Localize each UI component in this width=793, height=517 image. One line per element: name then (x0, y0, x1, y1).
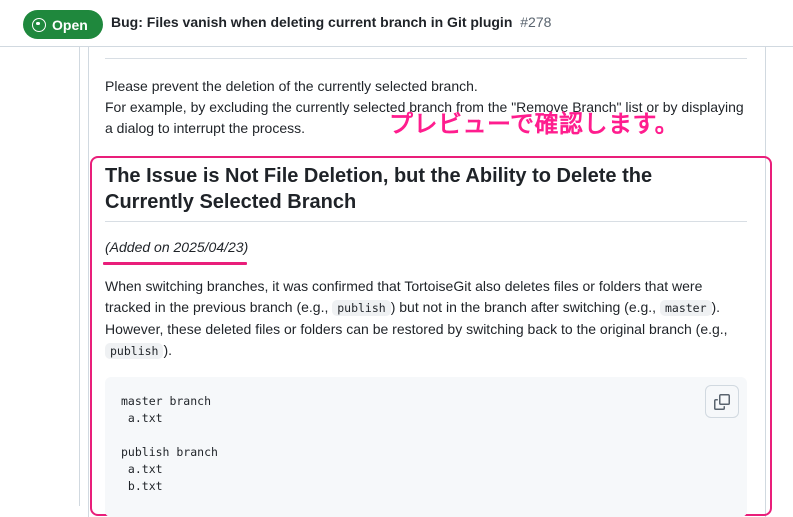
paragraph-line: publish). (105, 340, 750, 362)
text-segment: ). (163, 342, 173, 358)
paragraph-line: Please prevent the deletion of the curre… (105, 78, 478, 94)
inline-code: master (659, 300, 712, 316)
paragraph-line: tracked in the previous branch (e.g., pu… (105, 297, 750, 319)
issue-state-label: Open (52, 16, 88, 33)
code-line: publish branch (121, 445, 218, 459)
timeline-line (79, 47, 80, 506)
text-segment: ) but not in the branch after switching … (390, 299, 660, 315)
added-date-note: (Added on 2025/04/23) (105, 239, 249, 255)
text-segment: ). (711, 299, 721, 315)
issue-state-badge: Open (23, 10, 103, 39)
issue-header: Open Bug: Files vanish when deleting cur… (0, 0, 793, 47)
copy-icon (714, 393, 730, 410)
text-segment: tracked in the previous branch (e.g., (105, 299, 333, 315)
heading-divider (105, 221, 747, 222)
issue-opened-icon (32, 17, 46, 32)
paragraph-explanation: When switching branches, it was confirme… (105, 276, 750, 362)
code-line: a.txt (121, 462, 163, 476)
divider (105, 58, 747, 59)
issue-title: Bug: Files vanish when deleting current … (111, 14, 551, 30)
issue-title-text: Bug: Files vanish when deleting current … (111, 14, 513, 30)
code-line: master branch (121, 394, 212, 408)
issue-number: #278 (520, 14, 552, 30)
annotation-overlay-text: プレビューで確認します。 (389, 110, 680, 138)
section-heading: The Issue is Not File Deletion, but the … (105, 165, 653, 213)
inline-code: publish (105, 343, 164, 359)
copy-code-button[interactable] (705, 385, 739, 418)
paragraph-line: When switching branches, it was confirme… (105, 278, 703, 294)
annotation-underline (103, 262, 247, 265)
code-line: a.txt (121, 411, 163, 425)
code-line: b.txt (121, 479, 163, 493)
inline-code: publish (332, 300, 391, 316)
paragraph-line: However, these deleted files or folders … (105, 321, 728, 337)
